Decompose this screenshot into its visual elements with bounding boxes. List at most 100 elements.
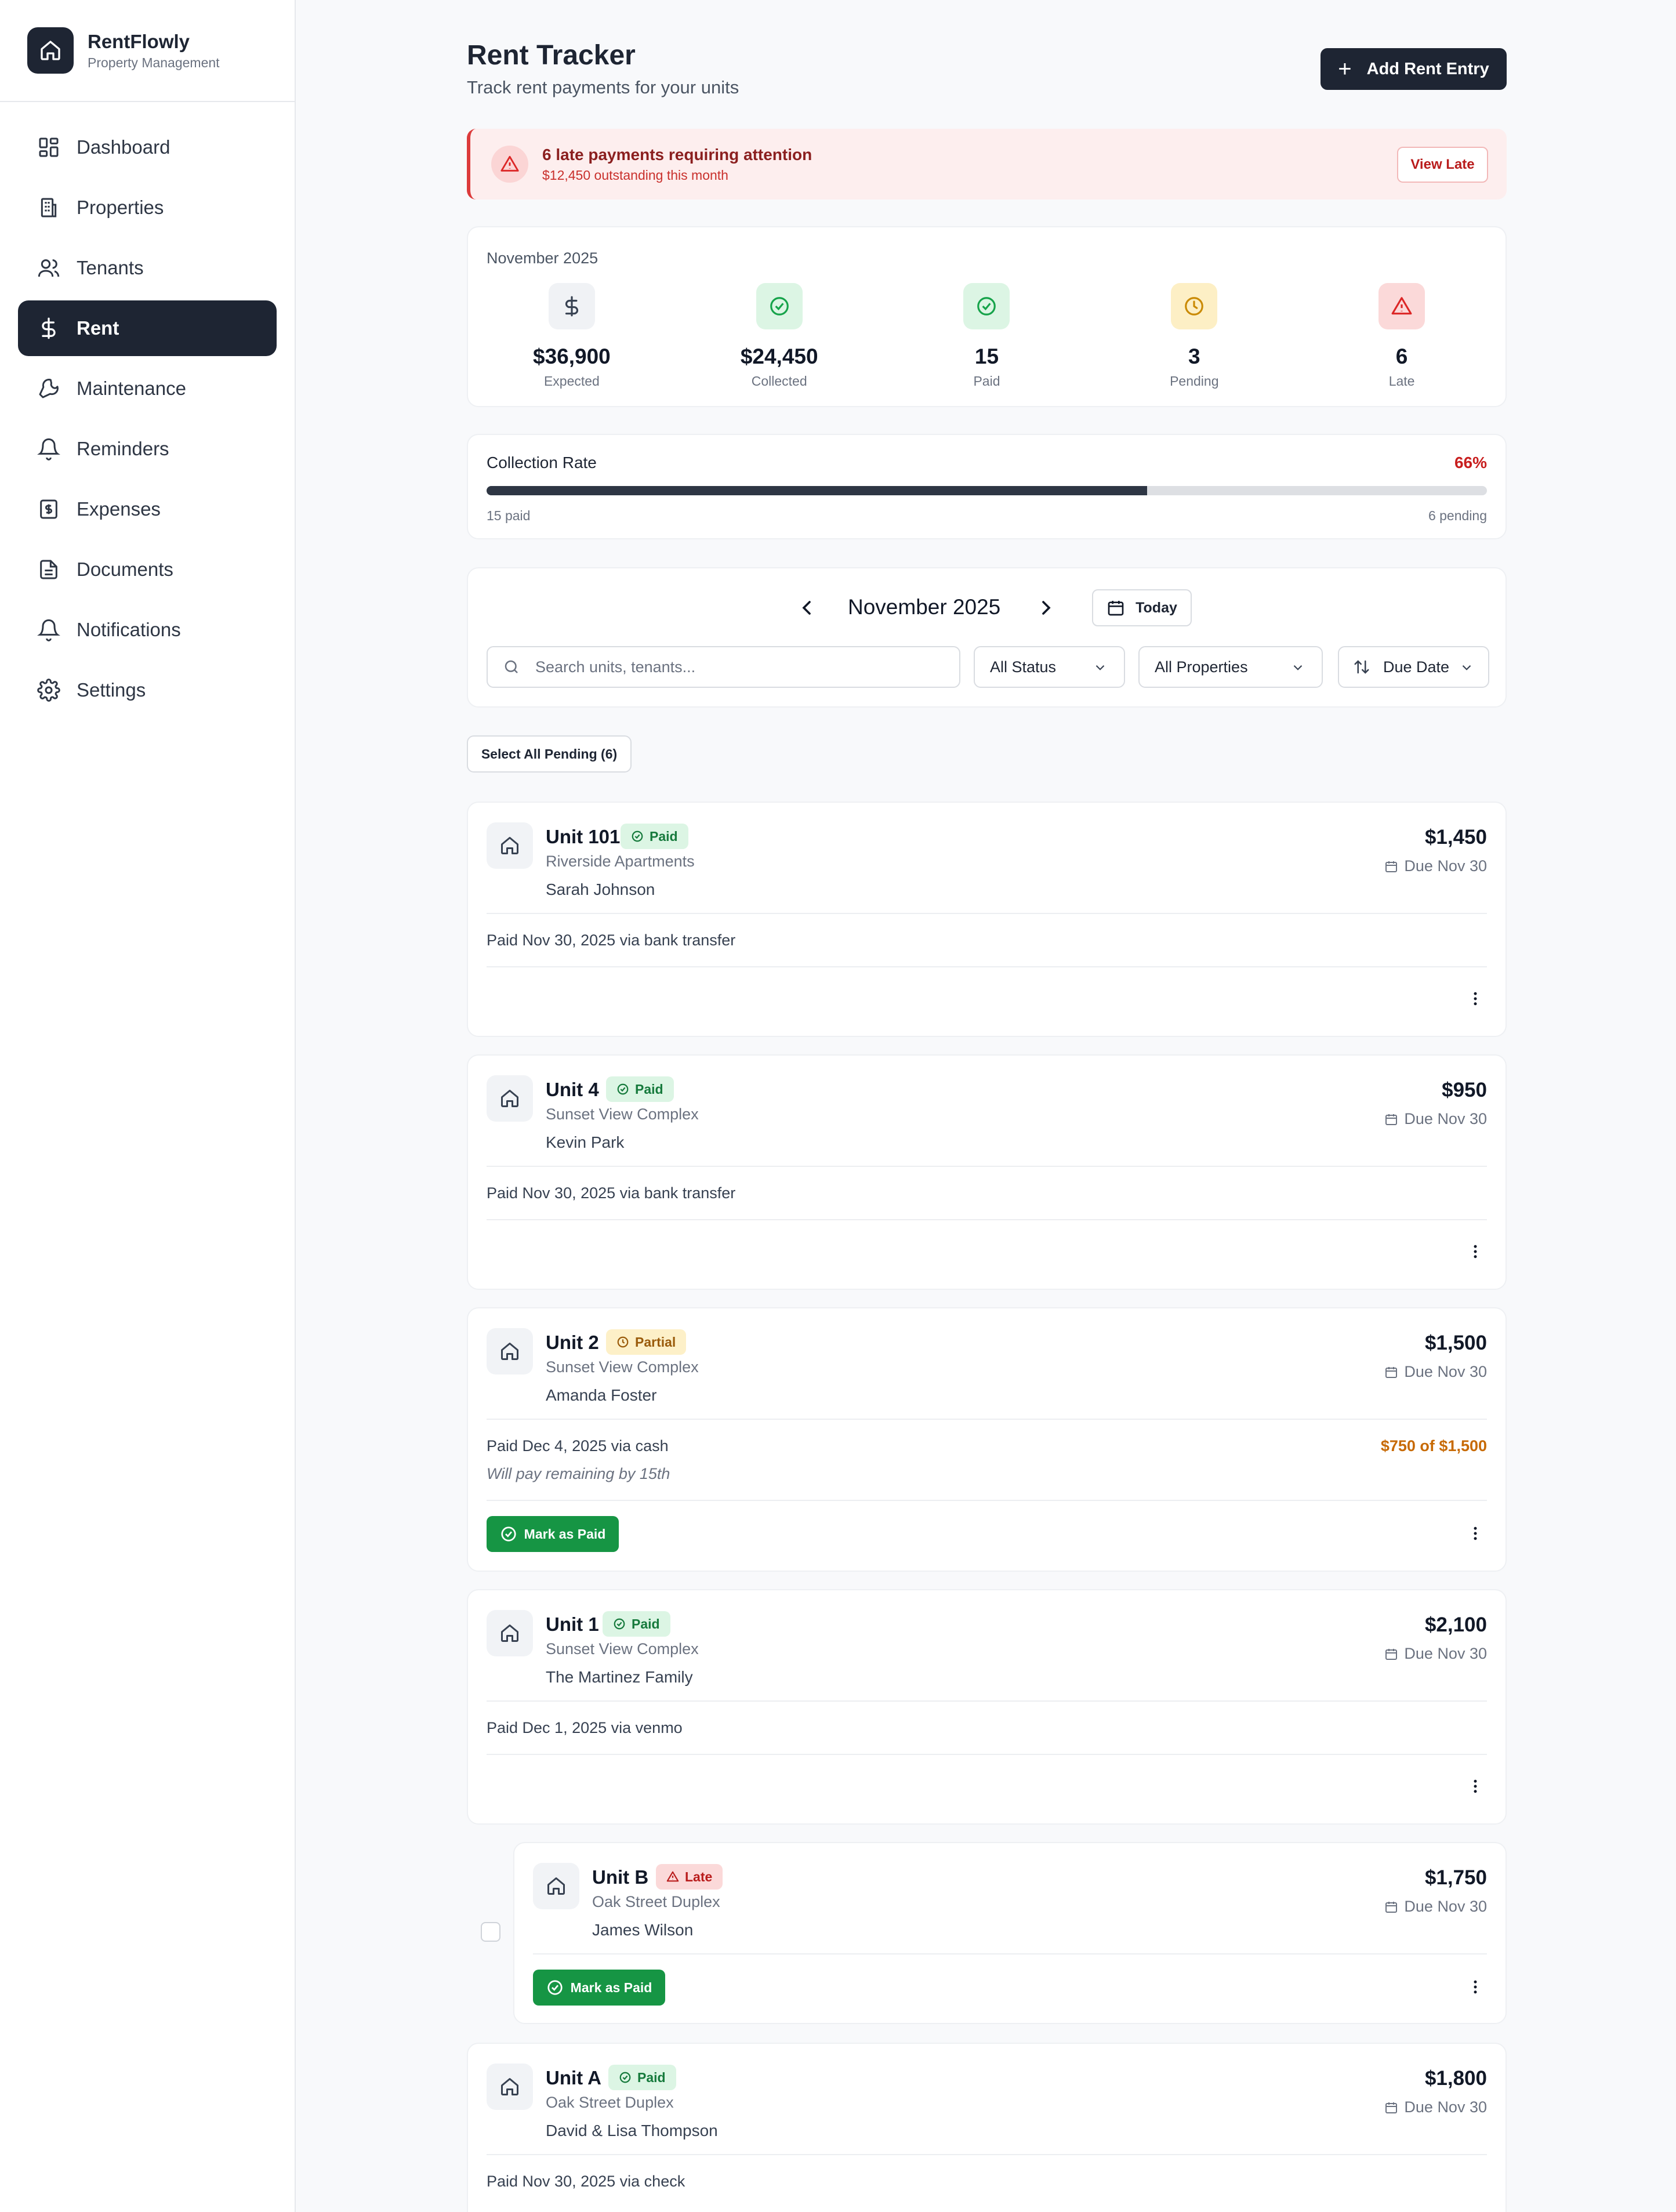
- divider: [533, 1953, 1487, 1954]
- check-circle-icon: [963, 283, 1010, 329]
- sidebar-item-label: Rent: [77, 317, 119, 339]
- sidebar-item-label: Documents: [77, 559, 173, 580]
- collection-rate-percent: 66%: [1454, 454, 1487, 472]
- status-badge-label: Paid: [632, 1616, 660, 1631]
- more-options-icon[interactable]: [1464, 1522, 1487, 1545]
- properties-select[interactable]: All Properties: [1138, 646, 1323, 688]
- due-date-label: Due Nov 30: [1404, 1363, 1487, 1380]
- sidebar-item-properties[interactable]: Properties: [18, 180, 277, 235]
- more-options-icon[interactable]: [1464, 1240, 1487, 1263]
- more-options-icon[interactable]: [1464, 987, 1487, 1010]
- home-icon: [487, 2064, 533, 2110]
- chevron-left-icon[interactable]: [795, 596, 818, 619]
- calendar-icon: [1385, 1901, 1398, 1913]
- mark-as-paid-button[interactable]: Mark as Paid: [487, 1516, 619, 1552]
- brand[interactable]: RentFlowly Property Management: [0, 0, 295, 102]
- search-icon: [505, 660, 518, 673]
- tenant-name: Amanda Foster: [546, 1386, 657, 1404]
- unit-name: Unit 4: [546, 1079, 599, 1100]
- stat-value: 6: [1395, 345, 1408, 368]
- due-date-label: Due Nov 30: [1404, 1645, 1487, 1662]
- mark-as-paid-button[interactable]: Mark as Paid: [533, 1970, 665, 2006]
- unit-name: Unit 2: [546, 1332, 599, 1353]
- page-header: Rent Tracker Track rent payments for you…: [467, 0, 1507, 129]
- property-name: Sunset View Complex: [546, 1640, 699, 1658]
- view-late-button[interactable]: View Late: [1397, 147, 1488, 183]
- sidebar-item-notifications[interactable]: Notifications: [18, 602, 277, 658]
- chevron-down-icon: [1293, 665, 1303, 670]
- status-badge-label: Paid: [635, 1081, 663, 1097]
- search-input[interactable]: [535, 658, 941, 676]
- sidebar-item-maintenance[interactable]: Maintenance: [18, 361, 277, 416]
- sidebar-item-dashboard[interactable]: Dashboard: [18, 119, 277, 175]
- due-date-label: Due Nov 30: [1404, 857, 1487, 875]
- calendar-icon: [1385, 861, 1398, 872]
- warning-icon: [666, 1871, 679, 1882]
- sidebar-item-reminders[interactable]: Reminders: [18, 421, 277, 477]
- select-all-pending-button[interactable]: Select All Pending (6): [467, 735, 632, 773]
- building-icon: [41, 198, 57, 217]
- main-content: Rent Tracker Track rent payments for you…: [467, 0, 1507, 2212]
- sidebar: RentFlowly Property Management Dashboard…: [0, 0, 296, 2212]
- add-rent-entry-label: Add Rent Entry: [1366, 59, 1489, 78]
- rent-entry: Unit 2 Partial Sunset View Complex Amand…: [467, 1307, 1507, 1572]
- status-select[interactable]: All Status: [974, 646, 1125, 688]
- sidebar-item-tenants[interactable]: Tenants: [18, 240, 277, 296]
- more-options-icon[interactable]: [1464, 1775, 1487, 1798]
- due-date: Due Nov 30: [1384, 1363, 1487, 1381]
- due-date: Due Nov 30: [1384, 1110, 1487, 1128]
- sort-select[interactable]: Due Date: [1338, 646, 1489, 688]
- sidebar-item-rent[interactable]: Rent: [18, 300, 277, 356]
- sidebar-item-documents[interactable]: Documents: [18, 542, 277, 597]
- select-entry-checkbox[interactable]: [481, 1922, 500, 1942]
- plus-icon: +: [1338, 56, 1352, 82]
- stat-value: 3: [1188, 345, 1200, 368]
- chevron-down-icon: [1462, 665, 1471, 670]
- divider: [487, 913, 1487, 914]
- sidebar-item-expenses[interactable]: Expenses: [18, 481, 277, 537]
- tenant-name: The Martinez Family: [546, 1668, 693, 1686]
- stat-label: Late: [1388, 373, 1415, 389]
- mark-as-paid-label: Mark as Paid: [524, 1526, 606, 1542]
- users-icon: [38, 259, 60, 277]
- rent-entry: Unit A Paid Oak Street Duplex David & Li…: [467, 2043, 1507, 2212]
- divider: [487, 1754, 1487, 1755]
- receipt-icon: [40, 499, 57, 519]
- stats-month: November 2025: [487, 249, 598, 267]
- payment-info: Paid Dec 4, 2025 via cash: [487, 1437, 669, 1455]
- check-circle-icon: [756, 283, 803, 329]
- payment-info: Paid Nov 30, 2025 via bank transfer: [487, 931, 736, 949]
- home-icon: [533, 1863, 579, 1909]
- sort-select-value: Due Date: [1383, 658, 1450, 676]
- rent-amount: $1,800: [1424, 2067, 1487, 2090]
- tenant-name: David & Lisa Thompson: [546, 2122, 718, 2140]
- alert-title: 6 late payments requiring attention: [542, 145, 812, 164]
- chevron-right-icon[interactable]: [1035, 596, 1058, 619]
- month-navigator: November 2025 Today: [468, 589, 1506, 626]
- today-button[interactable]: Today: [1092, 589, 1192, 626]
- divider: [487, 1419, 1487, 1420]
- collection-progress-fill: [487, 486, 1147, 495]
- filters-card: November 2025 Today All Status All Prope…: [467, 567, 1507, 708]
- sidebar-item-label: Expenses: [77, 498, 161, 520]
- payment-note: Will pay remaining by 15th: [487, 1465, 670, 1482]
- sidebar-item-label: Properties: [77, 197, 164, 218]
- more-options-icon[interactable]: [1464, 1975, 1487, 1999]
- wrench-icon: [39, 379, 59, 398]
- divider: [487, 966, 1487, 967]
- stat-pending: 3 Pending: [1090, 283, 1298, 389]
- check-circle-icon: [619, 2072, 631, 2083]
- status-badge: Late: [656, 1864, 723, 1890]
- home-icon: [487, 822, 533, 869]
- status-badge: Paid: [606, 1076, 674, 1102]
- status-badge-label: Late: [685, 1869, 713, 1884]
- stat-label: Paid: [973, 373, 1000, 389]
- check-circle-icon: [632, 831, 643, 842]
- add-rent-entry-button[interactable]: + Add Rent Entry: [1321, 48, 1507, 90]
- page-subtitle: Track rent payments for your units: [467, 77, 739, 97]
- check-circle-icon: [614, 1618, 625, 1630]
- stat-late: 6 Late: [1298, 283, 1506, 389]
- calendar-icon: [1385, 1648, 1398, 1660]
- sidebar-item-label: Settings: [77, 679, 146, 701]
- sidebar-item-settings[interactable]: Settings: [18, 662, 277, 718]
